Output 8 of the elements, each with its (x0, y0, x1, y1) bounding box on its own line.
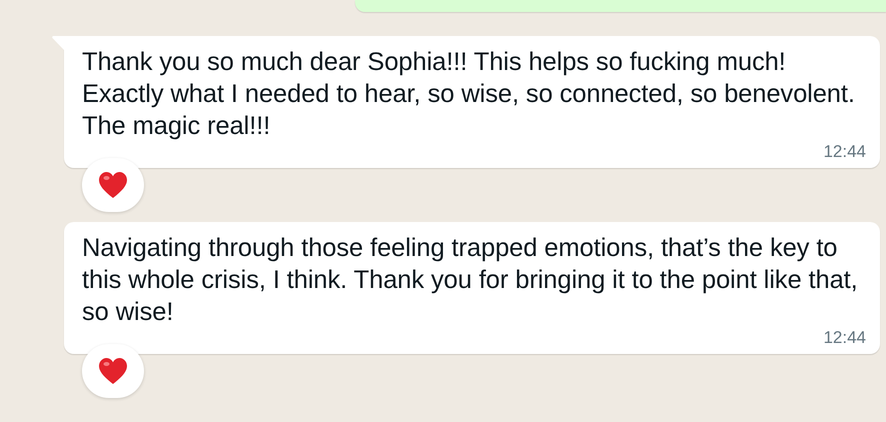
heart-icon (98, 171, 128, 199)
message-time: 12:44 (823, 142, 866, 162)
message-text: Navigating through those feeling trapped emotions, that’s the key to this whole crisis, I think. Thank you for bringing it to the point like that, so wise! (82, 233, 859, 328)
reaction-pill[interactable] (82, 344, 144, 398)
heart-icon (98, 357, 128, 385)
message-text: Thank you so much dear Sophia!!! This helps so fucking much! Exactly what I needed to hear, so wise, so connected, so benevolent. The magic real!!! (82, 47, 856, 142)
reaction-pill[interactable] (82, 158, 144, 212)
message-time: 12:44 (823, 328, 866, 348)
